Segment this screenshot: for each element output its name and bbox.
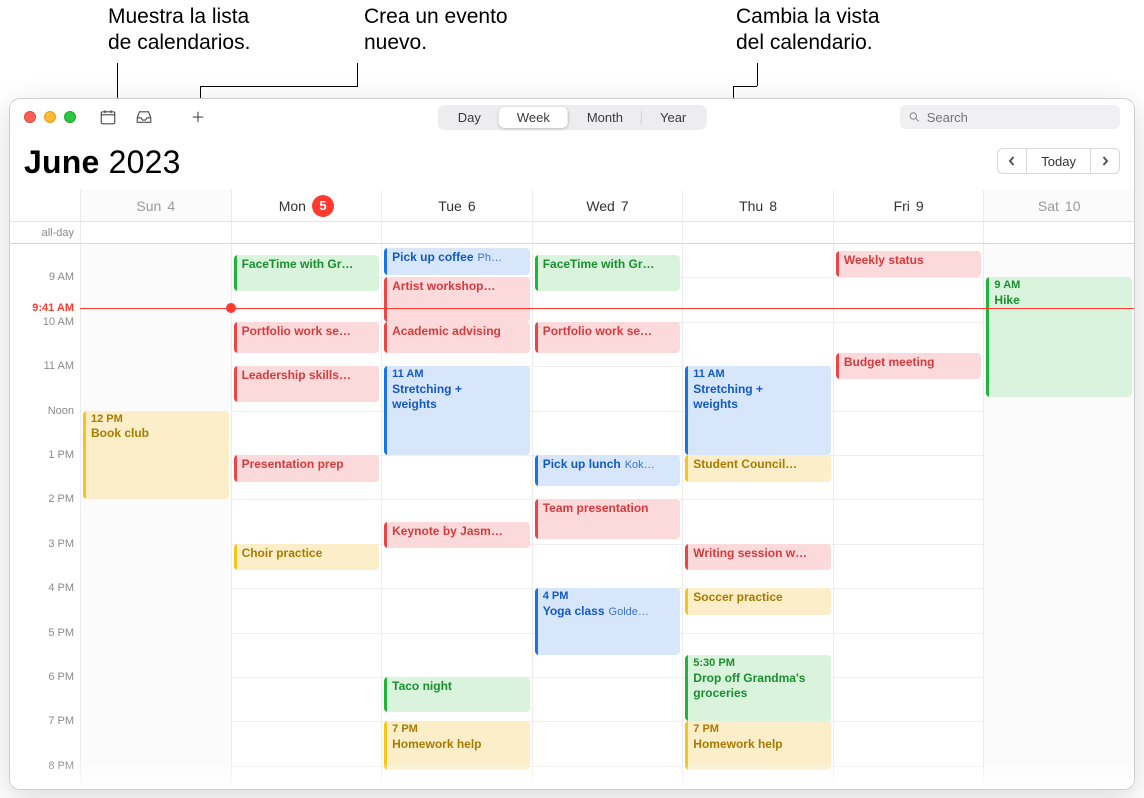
hour-label: Noon bbox=[48, 405, 74, 417]
search-icon bbox=[908, 110, 921, 124]
day-header[interactable]: Fri9 bbox=[833, 190, 984, 221]
event[interactable]: Artist workshop… bbox=[384, 277, 530, 321]
event[interactable]: Presentation prep bbox=[234, 455, 380, 482]
inbox-icon bbox=[135, 108, 153, 126]
chevron-left-icon bbox=[1007, 156, 1017, 166]
event[interactable]: 12 PMBook club bbox=[83, 411, 229, 500]
day-header[interactable]: Sat10 bbox=[983, 190, 1134, 221]
new-event-button[interactable] bbox=[184, 106, 212, 128]
callout-calendars: Muestra la lista de calendarios. bbox=[108, 4, 250, 57]
hour-label: 10 AM bbox=[43, 316, 74, 328]
event[interactable]: Budget meeting bbox=[836, 353, 982, 380]
callout-view: Cambia la vista del calendario. bbox=[736, 4, 880, 57]
day-header[interactable]: Tue6 bbox=[381, 190, 532, 221]
inbox-button[interactable] bbox=[130, 106, 158, 128]
event[interactable]: Portfolio work se… bbox=[535, 322, 681, 353]
hour-label: 4 PM bbox=[48, 582, 74, 594]
chevron-right-icon bbox=[1100, 156, 1110, 166]
hour-label: 11 AM bbox=[44, 360, 74, 372]
day-column[interactable]: 11 AMStretching +weightsStudent Council…… bbox=[682, 244, 833, 788]
view-month[interactable]: Month bbox=[569, 107, 641, 128]
title-bar: June 2023 Today bbox=[10, 134, 1134, 190]
hour-label: 1 PM bbox=[48, 449, 74, 461]
view-year[interactable]: Year bbox=[642, 107, 704, 128]
event[interactable]: Academic advising bbox=[384, 322, 530, 353]
event[interactable]: 4 PMYoga classGolde… bbox=[535, 588, 681, 655]
callout-line bbox=[357, 63, 358, 86]
allday-label: all-day bbox=[10, 222, 80, 243]
event[interactable]: 5:30 PMDrop off Grandma'sgroceries bbox=[685, 655, 831, 722]
calendar-icon bbox=[99, 108, 117, 126]
hour-label: 7 PM bbox=[48, 715, 74, 727]
callout-line bbox=[757, 63, 758, 86]
event[interactable]: Leadership skills… bbox=[234, 366, 380, 402]
hour-label: 2 PM bbox=[48, 493, 74, 505]
allday-row: all-day bbox=[10, 222, 1134, 244]
callout-line bbox=[200, 86, 358, 87]
day-column[interactable]: FaceTime with Gr… Portfolio work se… Pick … bbox=[532, 244, 683, 788]
event[interactable]: Team presentation bbox=[535, 499, 681, 539]
window-controls bbox=[24, 111, 76, 123]
event[interactable]: 11 AMStretching +weights bbox=[685, 366, 831, 455]
event[interactable]: Choir practice bbox=[234, 544, 380, 571]
day-column[interactable]: Weekly status Budget meeting bbox=[833, 244, 984, 788]
day-header[interactable]: Wed7 bbox=[532, 190, 683, 221]
callout-new-event: Crea un evento nuevo. bbox=[364, 4, 508, 57]
time-grid[interactable]: 9 AM 10 AM 11 AM Noon 1 PM 2 PM 3 PM 4 PM 5 PM 6 … bbox=[10, 244, 1134, 788]
event[interactable]: 11 AMStretching +weights bbox=[384, 366, 530, 455]
event[interactable]: Taco night bbox=[384, 677, 530, 713]
event[interactable]: 9 AMHike bbox=[986, 277, 1132, 397]
view-day[interactable]: Day bbox=[440, 107, 499, 128]
now-time-label: 9:41 AM bbox=[32, 302, 74, 314]
callout-line bbox=[733, 86, 757, 87]
calendars-button[interactable] bbox=[94, 106, 122, 128]
nav-buttons: Today bbox=[997, 148, 1120, 174]
event[interactable]: Portfolio work se… bbox=[234, 322, 380, 353]
next-week-button[interactable] bbox=[1090, 148, 1120, 174]
event[interactable]: FaceTime with Gr… bbox=[234, 255, 380, 291]
event[interactable]: Keynote by Jasm… bbox=[384, 522, 530, 549]
hour-label: 5 PM bbox=[48, 627, 74, 639]
day-header[interactable]: Thu8 bbox=[682, 190, 833, 221]
event[interactable]: Soccer practice bbox=[685, 588, 831, 615]
view-segment: Day Week Month Year bbox=[438, 105, 707, 130]
event[interactable]: Weekly status bbox=[836, 251, 982, 278]
day-column[interactable]: Pick up coffeePh…Artist workshop…Academi… bbox=[381, 244, 532, 788]
hour-label: 6 PM bbox=[48, 671, 74, 683]
today-badge: 5 bbox=[312, 195, 334, 217]
event[interactable]: Student Council… bbox=[685, 455, 831, 482]
day-column[interactable]: 12 PMBook club bbox=[80, 244, 231, 788]
page-title: June 2023 bbox=[24, 144, 181, 181]
event[interactable]: Writing session w… bbox=[685, 544, 831, 571]
minimize-icon[interactable] bbox=[44, 111, 56, 123]
event[interactable]: Pick up lunchKok… bbox=[535, 455, 681, 486]
search-field[interactable] bbox=[900, 105, 1120, 129]
toolbar: Day Week Month Year bbox=[10, 99, 1134, 134]
day-header-row: Sun4Mon5Tue6Wed7Thu8Fri9Sat10 bbox=[10, 190, 1134, 222]
close-icon[interactable] bbox=[24, 111, 36, 123]
day-column[interactable]: 9 AMHike bbox=[983, 244, 1134, 788]
hour-label: 9 AM bbox=[49, 271, 74, 283]
hour-column: 9 AM 10 AM 11 AM Noon 1 PM 2 PM 3 PM 4 PM 5 PM 6 … bbox=[10, 244, 80, 788]
search-input[interactable] bbox=[927, 110, 1112, 125]
now-indicator-dot bbox=[226, 303, 236, 313]
event[interactable]: FaceTime with Gr… bbox=[535, 255, 681, 291]
event[interactable]: Pick up coffeePh… bbox=[384, 248, 530, 275]
now-indicator bbox=[80, 308, 1134, 309]
calendar-window: Day Week Month Year June 2023 Today Sun4… bbox=[9, 98, 1135, 790]
view-week[interactable]: Week bbox=[499, 107, 568, 128]
hour-label: 3 PM bbox=[48, 538, 74, 550]
day-column[interactable]: FaceTime with Gr… Portfolio work se… Leade… bbox=[231, 244, 382, 788]
prev-week-button[interactable] bbox=[997, 148, 1027, 174]
plus-icon bbox=[189, 108, 207, 126]
today-button[interactable]: Today bbox=[1026, 148, 1091, 174]
zoom-icon[interactable] bbox=[64, 111, 76, 123]
day-header[interactable]: Sun4 bbox=[80, 190, 231, 221]
day-header[interactable]: Mon5 bbox=[231, 190, 382, 221]
